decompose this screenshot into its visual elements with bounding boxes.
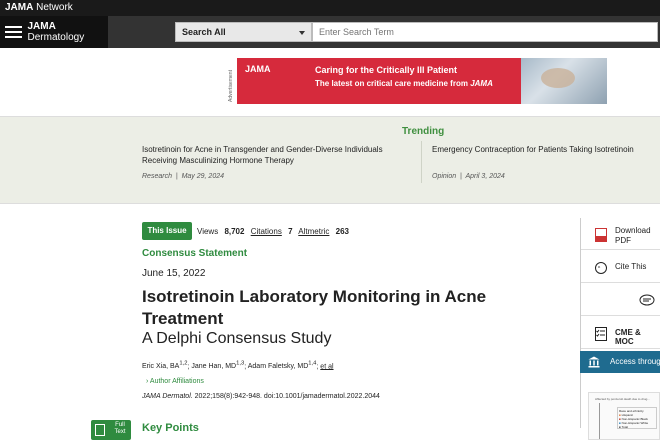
- article-title: Isotretinoin Laboratory Monitoring in Ac…: [142, 287, 487, 328]
- ad-subline: The latest on critical care medicine fro…: [315, 79, 493, 88]
- author[interactable]: Adam Faletsky, MD1,4: [248, 361, 317, 370]
- cme-moc-button[interactable]: CME & MOC: [581, 317, 660, 349]
- journal-navbar: JAMA Dermatology Search All: [0, 16, 660, 48]
- download-pdf-button[interactable]: Download PDF: [581, 218, 660, 250]
- figure-caption: Affected by ponzeroli death due to drug.…: [595, 397, 650, 401]
- access-through-button[interactable]: Access through: [580, 351, 660, 373]
- citations-metric[interactable]: Citations 7: [251, 227, 293, 236]
- ad-image: [521, 58, 607, 104]
- cite-this-button[interactable]: “ Cite This: [581, 251, 660, 283]
- trending-divider: [421, 141, 422, 183]
- article-metrics: Views 8,702 Citations 7 Altmetric 263: [197, 227, 353, 236]
- trending-title: Trending: [402, 126, 445, 137]
- figure-legend: Race and ethnicity ■ Hispanic ■ Non-Hisp…: [617, 407, 657, 429]
- institution-icon: [588, 356, 600, 368]
- ad-headline: Caring for the Critically Ill Patient: [315, 65, 458, 75]
- altmetric-metric[interactable]: Altmetric 263: [298, 227, 349, 236]
- trending-item-2[interactable]: Emergency Contraception for Patients Tak…: [432, 144, 657, 155]
- pdf-icon: [595, 228, 607, 242]
- network-brand[interactable]: JAMA Network: [5, 2, 73, 13]
- figure-thumbnail[interactable]: Affected by ponzeroli death due to drug.…: [588, 392, 660, 440]
- author[interactable]: Eric Xia, BA1,2: [142, 361, 187, 370]
- key-points-heading: Key Points: [142, 422, 199, 434]
- article-subtitle: A Delphi Consensus Study: [142, 330, 332, 347]
- document-icon: [95, 424, 105, 436]
- menu-icon[interactable]: [5, 26, 22, 38]
- chevron-down-icon: [299, 31, 305, 35]
- search-scope-select[interactable]: Search All: [175, 22, 312, 42]
- author[interactable]: Jane Han, MD1,3: [191, 361, 244, 370]
- advertisement-label: Advertisement: [228, 70, 234, 102]
- author-affiliations-toggle[interactable]: › Author Affiliations: [146, 378, 204, 385]
- journal-name[interactable]: JAMA Dermatology: [28, 21, 109, 43]
- this-issue-badge[interactable]: This Issue: [142, 222, 192, 240]
- trending-item-1[interactable]: Isotretinoin for Acne in Transgender and…: [142, 144, 402, 166]
- trending-meta-1: Research | May 29, 2024: [142, 173, 224, 180]
- advertisement-banner[interactable]: JAMA Caring for the Critically Ill Patie…: [237, 58, 607, 104]
- figure-axis: [599, 403, 600, 439]
- comment-button[interactable]: [581, 284, 660, 316]
- author-list: Eric Xia, BA1,2; Jane Han, MD1,3; Adam F…: [142, 361, 334, 371]
- ad-logo: JAMA: [245, 64, 271, 74]
- et-al-link[interactable]: et al: [320, 363, 333, 370]
- trending-meta-2: Opinion | April 3, 2024: [432, 173, 505, 180]
- article-type: Consensus Statement: [142, 248, 248, 259]
- journal-brand[interactable]: JAMA Dermatology: [0, 16, 108, 48]
- search-input[interactable]: [312, 22, 658, 42]
- trending-section: Trending Isotretinoin for Acne in Transg…: [0, 116, 660, 204]
- article-date: June 15, 2022: [142, 268, 206, 279]
- comment-icon: [639, 294, 655, 306]
- article-citation: JAMA Dermatol. 2022;158(8):942-948. doi:…: [142, 393, 380, 400]
- chevron-right-icon: ›: [146, 378, 149, 385]
- quote-icon: “: [595, 262, 607, 274]
- checklist-icon: [595, 327, 607, 341]
- network-topbar: JAMA Network: [0, 0, 660, 16]
- views-metric: Views 8,702: [197, 227, 245, 236]
- full-text-button[interactable]: Full Text: [91, 420, 131, 440]
